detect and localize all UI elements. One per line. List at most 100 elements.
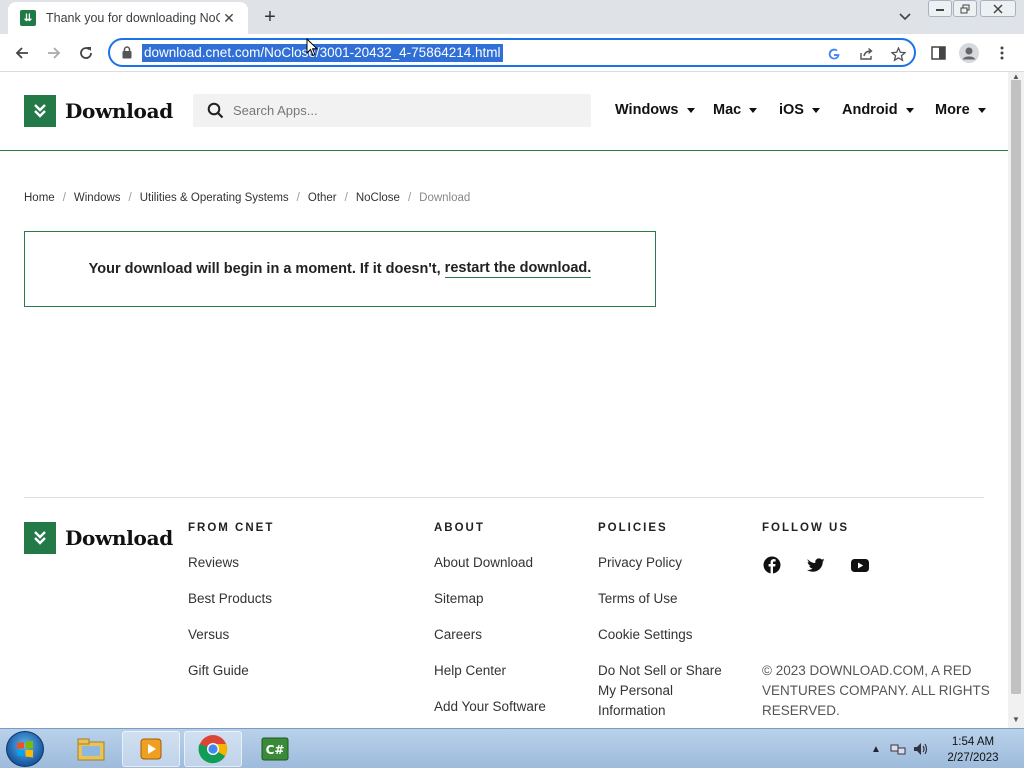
footer-link-add-software[interactable]: Add Your Software <box>434 697 546 717</box>
browser-tab[interactable]: ⇊ Thank you for downloading NoClose ✕ <box>8 2 248 34</box>
footer-link-cookie-settings[interactable]: Cookie Settings <box>598 625 693 645</box>
search-icon <box>207 102 224 124</box>
caret-down-icon <box>686 107 695 113</box>
browser-toolbar: download.cnet.com/NoClose/3001-20432_4-7… <box>0 34 1024 72</box>
close-window-button[interactable] <box>980 0 1016 17</box>
download-logo-icon <box>24 95 56 127</box>
nav-ios[interactable]: iOS <box>779 100 820 120</box>
windows-explorer-icon[interactable] <box>62 731 120 767</box>
nav-android[interactable]: Android <box>842 100 914 120</box>
url-text[interactable]: download.cnet.com/NoClose/3001-20432_4-7… <box>142 44 503 62</box>
volume-icon[interactable] <box>913 741 929 757</box>
mouse-cursor-icon <box>306 38 318 57</box>
windows-taskbar: C# ▲ 1:54 AM 2/27/2023 <box>0 728 1024 768</box>
youtube-icon[interactable] <box>850 555 870 575</box>
breadcrumb-other[interactable]: Other <box>308 192 337 204</box>
footer-heading-policies: POLICIES <box>598 522 668 534</box>
footer-link-gift-guide[interactable]: Gift Guide <box>188 661 249 681</box>
footer-link-sitemap[interactable]: Sitemap <box>434 589 484 609</box>
nav-label: Windows <box>615 102 679 118</box>
footer-link-versus[interactable]: Versus <box>188 625 229 645</box>
chrome-icon[interactable] <box>184 731 242 767</box>
footer-link-do-not-sell[interactable]: Do Not Sell or Share My Personal Informa… <box>598 661 738 721</box>
breadcrumb: Home / Windows / Utilities & Operating S… <box>24 192 470 204</box>
footer-link-careers[interactable]: Careers <box>434 625 482 645</box>
download-logo-icon <box>24 522 56 554</box>
windows-logo-icon <box>17 740 33 758</box>
footer-heading-from-cnet: FROM CNET <box>188 522 275 534</box>
tab-title: Thank you for downloading NoClose <box>46 11 220 25</box>
nav-label: Android <box>842 102 898 118</box>
side-panel-icon[interactable] <box>927 42 949 64</box>
start-button[interactable] <box>6 731 44 767</box>
scrollbar-thumb[interactable] <box>1011 80 1021 694</box>
nav-label: iOS <box>779 102 804 118</box>
breadcrumb-noclose[interactable]: NoClose <box>356 192 400 204</box>
footer-link-privacy-policy[interactable]: Privacy Policy <box>598 553 682 573</box>
google-icon[interactable] <box>824 44 844 64</box>
media-player-icon[interactable] <box>122 731 180 767</box>
search-input[interactable] <box>233 94 573 127</box>
restart-download-link[interactable]: restart the download. <box>444 260 592 278</box>
footer-link-best-products[interactable]: Best Products <box>188 589 272 609</box>
breadcrumb-home[interactable]: Home <box>24 192 55 204</box>
menu-kebab-icon[interactable] <box>991 42 1013 64</box>
search-box[interactable] <box>193 94 591 127</box>
back-arrow-icon <box>15 47 28 59</box>
breadcrumb-windows[interactable]: Windows <box>74 192 121 204</box>
page-scrollbar[interactable]: ▲ ▼ <box>1008 72 1024 728</box>
footer-divider <box>24 497 984 498</box>
address-bar[interactable]: download.cnet.com/NoClose/3001-20432_4-7… <box>108 38 916 67</box>
nav-label: Mac <box>713 102 742 118</box>
nav-label: More <box>935 102 970 118</box>
reload-button[interactable] <box>73 40 99 66</box>
minimize-button[interactable] <box>928 0 952 17</box>
notice-text: Your download will begin in a moment. If… <box>88 261 441 277</box>
clock-time: 1:54 AM <box>951 736 995 748</box>
show-hidden-icons-icon[interactable]: ▲ <box>868 741 884 757</box>
scroll-down-arrow-icon[interactable]: ▼ <box>1012 715 1020 724</box>
back-button[interactable] <box>9 40 35 66</box>
footer-link-terms-of-use[interactable]: Terms of Use <box>598 589 678 609</box>
breadcrumb-utilities[interactable]: Utilities & Operating Systems <box>140 192 289 204</box>
forward-arrow-icon <box>48 47 61 59</box>
breadcrumb-separator: / <box>62 192 66 204</box>
footer-link-about-download[interactable]: About Download <box>434 553 533 573</box>
taskbar-clock[interactable]: 1:54 AM 2/27/2023 <box>938 734 1008 766</box>
download-favicon-icon: ⇊ <box>20 10 36 26</box>
caret-down-icon <box>977 107 986 113</box>
footer-heading-follow-us: FOLLOW US <box>762 522 849 534</box>
clock-date: 2/27/2023 <box>947 752 999 764</box>
breadcrumb-separator: / <box>407 192 412 204</box>
nav-mac[interactable]: Mac <box>713 100 758 120</box>
nav-more[interactable]: More <box>935 100 986 120</box>
forward-button[interactable] <box>41 40 67 66</box>
restore-button[interactable] <box>953 0 977 17</box>
bookmark-star-icon[interactable] <box>888 44 908 64</box>
site-logo[interactable]: Download <box>24 95 173 127</box>
tab-close-icon[interactable]: ✕ <box>220 9 238 27</box>
download-notice: Your download will begin in a moment. If… <box>24 231 656 307</box>
footer-link-reviews[interactable]: Reviews <box>188 553 239 573</box>
tab-search-chevron-icon[interactable] <box>895 8 915 26</box>
csharp-app-icon[interactable]: C# <box>246 731 304 767</box>
caret-down-icon <box>905 107 914 113</box>
browser-tabstrip: ⇊ Thank you for downloading NoClose ✕ + <box>0 0 1024 34</box>
new-tab-button[interactable]: + <box>258 5 282 29</box>
logo-text: Download <box>65 526 173 550</box>
caret-down-icon <box>811 107 820 113</box>
caret-down-icon <box>749 107 758 113</box>
breadcrumb-separator: / <box>128 192 132 204</box>
breadcrumb-separator: / <box>344 192 348 204</box>
copyright-text: © 2023 DOWNLOAD.COM, A RED VENTURES COMP… <box>762 663 990 718</box>
footer-link-help-center[interactable]: Help Center <box>434 661 506 681</box>
twitter-icon[interactable] <box>806 555 826 575</box>
facebook-icon[interactable] <box>762 555 782 575</box>
reload-icon <box>80 47 92 59</box>
nav-windows[interactable]: Windows <box>615 100 695 120</box>
profile-avatar-icon[interactable] <box>958 42 980 64</box>
logo-text: Download <box>65 99 173 123</box>
share-icon[interactable] <box>856 44 876 64</box>
footer-logo[interactable]: Download <box>24 522 173 554</box>
network-icon[interactable] <box>890 741 906 757</box>
